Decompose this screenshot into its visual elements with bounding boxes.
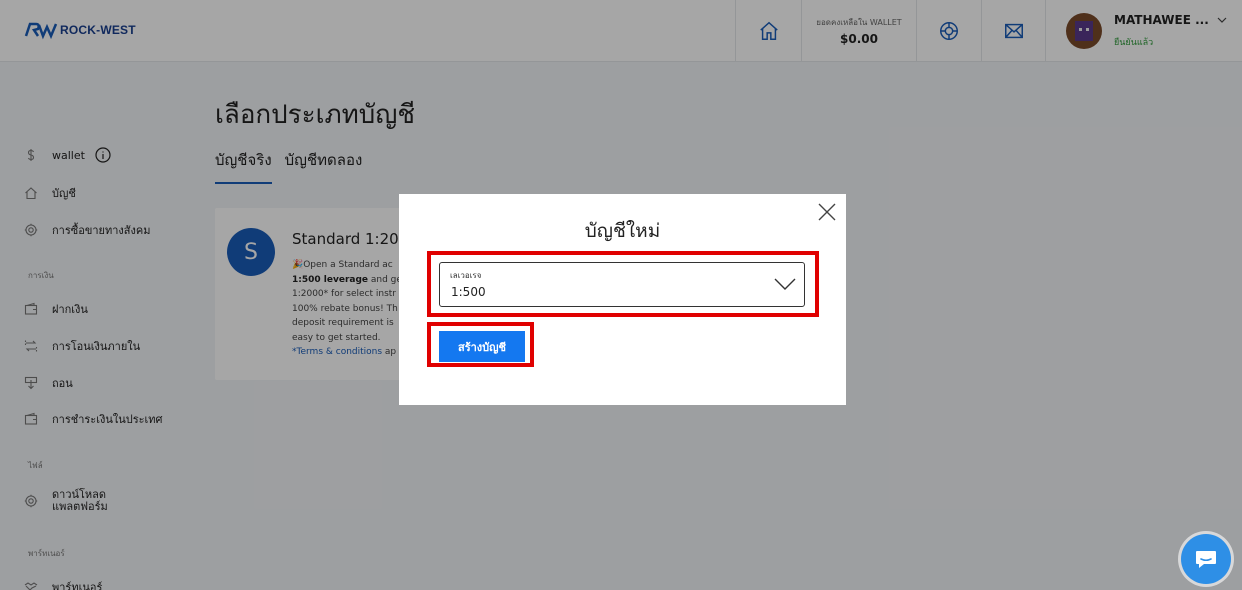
leverage-value: 1:500 <box>451 285 486 299</box>
chevron-down-icon <box>774 278 796 290</box>
leverage-select[interactable]: เลเวอเรจ 1:500 <box>439 262 805 307</box>
chat-button[interactable] <box>1181 534 1231 584</box>
chat-icon <box>1196 551 1216 568</box>
modal-title: บัญชีใหม่ <box>584 220 661 242</box>
leverage-label: เลเวอเรจ <box>450 271 482 280</box>
create-account-button[interactable]: สร้างบัญชี <box>439 331 525 362</box>
close-icon[interactable] <box>817 202 837 222</box>
new-account-modal: บัญชีใหม่ เลเวอเรจ 1:500 สร้างบัญชี <box>399 194 846 405</box>
